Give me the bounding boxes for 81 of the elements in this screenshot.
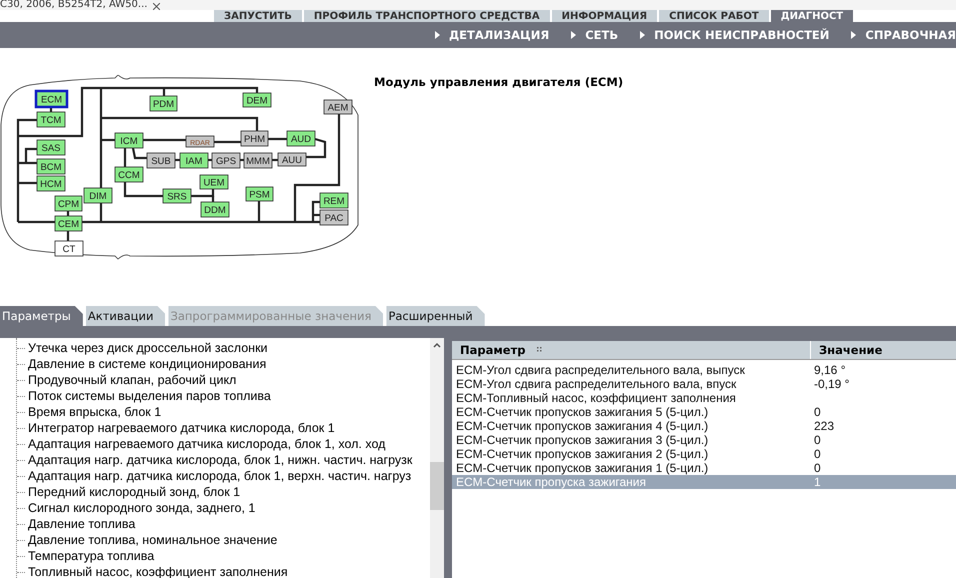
module-node[interactable]: PDM [150, 96, 178, 112]
module-node[interactable]: DEM [242, 92, 272, 108]
module-node[interactable]: TCM [36, 112, 66, 128]
nav-link[interactable]: ПОИСК НЕИСПРАВНОСТЕЙ [640, 28, 830, 42]
module-node[interactable]: HCM [36, 176, 66, 192]
table-cell-text: ECM-Счетчик пропусков зажигания 5 (5-цил.) [455, 405, 710, 419]
column-header[interactable]: Параметр [452, 341, 811, 359]
table-row[interactable]: ECM-Топливный насос, коэффициент заполнения [452, 391, 956, 405]
module-node[interactable]: ICM [114, 132, 144, 148]
tree-item[interactable]: Давление в системе кондиционирования [18, 356, 430, 372]
tree-item[interactable]: Давление топлива [18, 516, 430, 532]
table-cell-text: ECM-Счетчик пропусков зажигания 2 (5-цил.) [455, 447, 710, 461]
tab[interactable]: Расширенный [386, 306, 485, 326]
module-title: Модуль управления двигателя (ECM) [374, 75, 624, 91]
module-node[interactable]: DDM [200, 202, 230, 218]
top-tab[interactable]: ДИАГНОСТ [770, 10, 854, 22]
module-node[interactable]: CCM [114, 166, 144, 182]
table-cell-text: 0 [813, 433, 822, 447]
table-cell-text: 0 [813, 461, 822, 475]
top-tab[interactable]: ИНФОРМАЦИЯ [552, 10, 658, 22]
module-node[interactable]: SAS [36, 140, 66, 156]
table-row[interactable]: ECM-Счетчик пропусков зажигания 5 (5-цил.) 0 [452, 405, 956, 419]
tree-item[interactable]: Утечка через диск дроссельной заслонки [18, 340, 430, 356]
table-row[interactable]: ECM-Счетчик пропусков зажигания 2 (5-цил.) 0 [452, 447, 956, 461]
tab[interactable]: Активации [86, 306, 166, 326]
table-cell-text: 0 [813, 447, 822, 461]
table-cell-text: ECM-Счетчик пропусков зажигания 3 (5-цил.) [455, 433, 710, 447]
tab[interactable]: Параметры [0, 306, 83, 326]
table-row[interactable]: ECM-Счетчик пропусков зажигания 1 (5-цил.) 0 [452, 461, 956, 475]
module-node[interactable]: AUD [286, 130, 316, 146]
table-cell-text: ECM-Угол сдвига распределительного вала, впуск [455, 377, 738, 391]
module-node[interactable]: PHM [240, 130, 268, 146]
table-cell-text: ECM-Счетчик пропуска зажигания [455, 475, 648, 489]
module-node[interactable]: UEM [200, 174, 228, 190]
module-node[interactable]: CT [54, 240, 84, 256]
tree-item[interactable]: Температура топлива [18, 548, 430, 564]
module-node[interactable]: CPM [54, 196, 82, 212]
table-cell-text: 1 [813, 475, 822, 489]
top-tab[interactable]: ЗАПУСТИТЬ [214, 10, 302, 22]
module-node[interactable]: ECM [34, 90, 68, 108]
module-node[interactable]: PAC [320, 210, 348, 226]
table-cell-text: ECM-Счетчик пропусков зажигания 4 (5-цил.) [455, 419, 710, 433]
module-node[interactable]: SRS [162, 188, 192, 204]
tree-item[interactable]: Адаптация нагр. датчика кислорода, блок 1, верхн. частич. нагруз [18, 468, 430, 484]
table-cell-text: 9,16 ° [813, 363, 846, 377]
module-node[interactable]: CEM [54, 216, 82, 232]
column-header[interactable]: Значение [811, 341, 956, 359]
module-node[interactable]: REM [320, 192, 348, 208]
table-row[interactable]: ECM-Угол сдвига распределительного вала, впуск -0,19 ° [452, 377, 956, 391]
module-node[interactable]: SUB [146, 152, 176, 168]
tree-item[interactable]: Поток системы выделения паров топлива [18, 388, 430, 404]
table-row[interactable]: ECM-Угол сдвига распределительного вала, выпуск 9,16 ° [452, 363, 956, 377]
table-cell-text: ECM-Счетчик пропусков зажигания 1 (5-цил.) [455, 461, 710, 475]
table-cell-text: 0 [813, 405, 822, 419]
tree-item[interactable]: Время впрыска, блок 1 [18, 404, 430, 420]
tree-item[interactable]: Продувочный клапан, рабочий цикл [18, 372, 430, 388]
module-node[interactable]: PSM [246, 186, 274, 202]
nav-link[interactable]: СЕТЬ [571, 28, 618, 42]
table-cell-text: 223 [813, 419, 836, 433]
table-cell-text: ECM-Топливный насос, коэффициент заполнения [455, 391, 737, 405]
tree-item[interactable]: Интегратор нагреваемого датчика кислорода, блок 1 [18, 420, 430, 436]
table-row[interactable]: ECM-Счетчик пропусков зажигания 4 (5-цил.) 223 [452, 419, 956, 433]
nav-link[interactable]: ДЕТАЛИЗАЦИЯ [434, 28, 550, 42]
table-cell-text: -0,19 ° [813, 377, 850, 391]
tree-item[interactable]: Сигнал кислородного зонда, заднего, 1 [18, 500, 430, 516]
nav-link[interactable]: СПРАВОЧНАЯ [851, 28, 956, 42]
table-cell-text: ECM-Угол сдвига распределительного вала, выпуск [455, 363, 746, 377]
module-node[interactable]: GPS [212, 152, 240, 168]
top-tab[interactable]: СПИСОК РАБОТ [659, 10, 769, 22]
tree-item[interactable]: Передний кислородный зонд, блок 1 [18, 484, 430, 500]
top-tab[interactable]: ПРОФИЛЬ ТРАНСПОРТНОГО СРЕДСТВА [304, 10, 550, 22]
module-node[interactable]: MMM [244, 152, 272, 168]
module-node[interactable]: IAM [180, 152, 208, 168]
module-node[interactable]: AUU [278, 152, 306, 166]
tree-item[interactable]: Адаптация нагреваемого датчика кислорода, блок 1, хол. ход [18, 436, 430, 452]
tree-item[interactable]: Давление топлива, номинальное значение [18, 532, 430, 548]
table-row[interactable]: ECM-Счетчик пропусков зажигания 3 (5-цил.) 0 [452, 433, 956, 447]
module-node[interactable]: AEM [324, 100, 352, 114]
module-node[interactable]: DIM [84, 188, 112, 204]
tree-item[interactable]: Адаптация нагр. датчика кислорода, блок 1, нижн. частич. нагрузк [18, 452, 430, 468]
module-node[interactable]: BCM [36, 158, 66, 174]
